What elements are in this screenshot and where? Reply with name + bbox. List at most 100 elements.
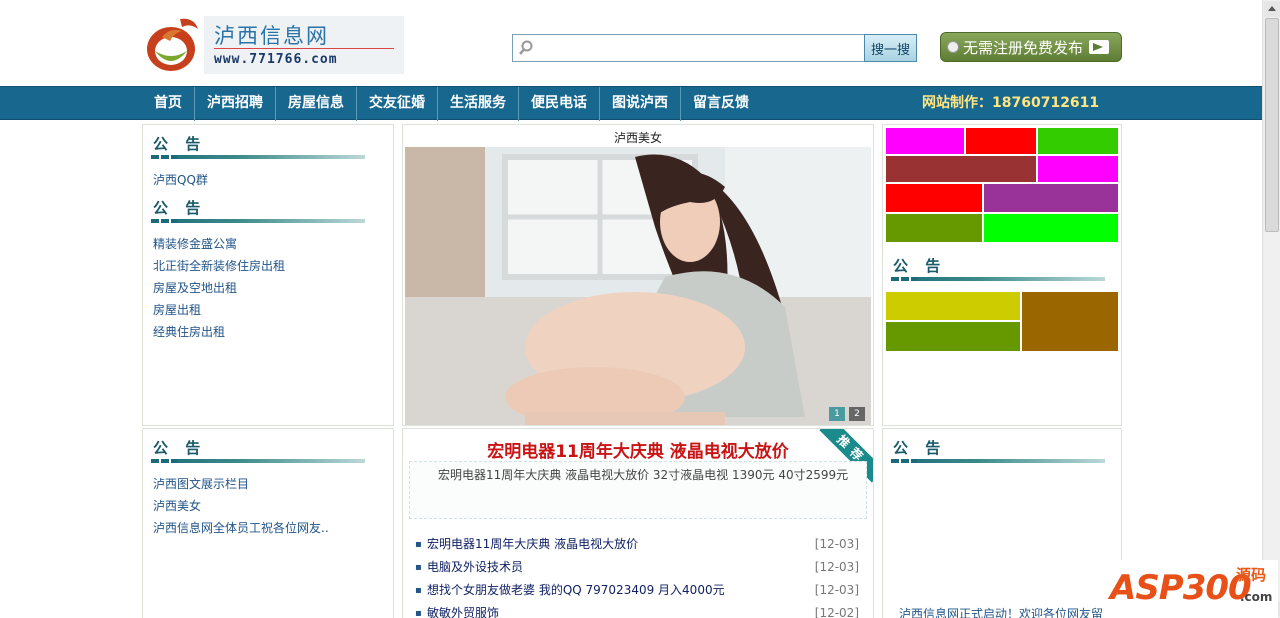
search-bar: 搜一搜 xyxy=(512,34,918,62)
ad-block[interactable] xyxy=(885,213,983,243)
list-link[interactable]: 北正街全新装修住房出租 xyxy=(153,259,285,273)
news-date: [12-03] xyxy=(814,560,859,574)
featured-news-panel: 宏明电器11周年大庆典 液晶电视大放价 推荐 宏明电器11周年大庆典 液晶电视大… xyxy=(402,428,874,618)
panel-title: 公 告 xyxy=(143,189,393,223)
news-row: 宏明电器11周年大庆典 液晶电视大放价 [12-03] xyxy=(415,533,859,556)
ad-block[interactable] xyxy=(1037,127,1119,155)
panel-title: 公 告 xyxy=(883,247,1119,281)
nav-item-home[interactable]: 首页 xyxy=(142,87,195,121)
list-item: 房屋及空地出租 xyxy=(153,277,393,299)
panel-title-text: 公 告 xyxy=(153,135,207,153)
watermark-com: .com xyxy=(1240,590,1273,604)
list-item: 房屋出租 xyxy=(153,299,393,321)
nav-menu: 首页 泸西招聘 房屋信息 交友征婚 生活服务 便民电话 图说泸西 留言反馈 xyxy=(142,87,761,121)
right-ad-panel: 公 告 xyxy=(882,124,1122,426)
list-link[interactable]: 泸西图文展示栏目 xyxy=(153,477,249,491)
main-navbar: 首页 泸西招聘 房屋信息 交友征婚 生活服务 便民电话 图说泸西 留言反馈 网站… xyxy=(0,86,1262,121)
featured-headline[interactable]: 宏明电器11周年大庆典 液晶电视大放价 xyxy=(403,437,873,462)
slideshow-image[interactable]: 1 2 xyxy=(405,147,871,425)
slideshow-title: 泸西美女 xyxy=(613,131,662,145)
logo-url: www.771766.com xyxy=(214,52,338,67)
gallery-list: 泸西图文展示栏目 泸西美女 泸西信息网全体员工祝各位网友.. xyxy=(143,463,393,539)
news-row: 想找个女朋友做老婆 我的QQ 797023409 月入4000元 [12-03] xyxy=(415,579,859,602)
ad-block[interactable] xyxy=(885,127,965,155)
panel-title: 公 告 xyxy=(143,125,393,159)
panel-title-text: 公 告 xyxy=(893,439,947,457)
slide-photo xyxy=(405,147,871,425)
panel-title: 公 告 xyxy=(883,429,1121,463)
list-link[interactable]: 精装修金盛公寓 xyxy=(153,237,237,251)
ad-block[interactable] xyxy=(885,321,1021,352)
title-underline xyxy=(151,459,365,463)
list-item: 泸西美女 xyxy=(153,495,393,517)
slide-page-1-button[interactable]: 1 xyxy=(829,407,845,421)
list-item: 经典住房出租 xyxy=(153,321,393,343)
watermark-brand: ASP300 xyxy=(1110,568,1252,608)
panel-title-text: 公 告 xyxy=(153,199,207,217)
scroll-thumb[interactable] xyxy=(1265,18,1279,232)
title-underline xyxy=(151,155,365,159)
nav-item-phone[interactable]: 便民电话 xyxy=(519,87,600,121)
watermark-cn: 源码 xyxy=(1236,566,1267,584)
list-link[interactable]: 泸西QQ群 xyxy=(153,173,208,187)
logo-box: 泸西信息网 www.771766.com xyxy=(204,16,404,74)
site-contact: 网站制作：18760712611 xyxy=(922,95,1100,111)
news-date: [12-03] xyxy=(814,583,859,597)
search-button[interactable]: 搜一搜 xyxy=(864,34,917,62)
news-link[interactable]: 电脑及外设技术员 xyxy=(427,556,523,579)
nav-item-feedback[interactable]: 留言反馈 xyxy=(681,87,761,121)
nav-item-jobs[interactable]: 泸西招聘 xyxy=(195,87,276,121)
nav-item-services[interactable]: 生活服务 xyxy=(438,87,519,121)
ad-block[interactable] xyxy=(983,213,1119,243)
title-underline xyxy=(891,277,1105,281)
nav-item-dating[interactable]: 交友征婚 xyxy=(357,87,438,121)
list-link[interactable]: 泸西美女 xyxy=(153,499,201,513)
notice-marquee[interactable]: 泸西信息网正式启动！欢迎各位网友留 xyxy=(899,605,1103,618)
slide-page-2-button[interactable]: 2 xyxy=(849,407,865,421)
right-notice-panel: 公 告 泸西信息网正式启动！欢迎各位网友留 xyxy=(882,428,1122,618)
housing-list: 精装修金盛公寓 北正街全新装修住房出租 房屋及空地出租 房屋出租 经典住房出租 xyxy=(143,223,393,343)
free-post-button[interactable]: 无需注册免费发布 xyxy=(940,32,1122,62)
ad-block[interactable] xyxy=(965,127,1037,155)
list-item: 泸西图文展示栏目 xyxy=(153,473,393,495)
news-row: 敏敏外贸服饰 [12-02] xyxy=(415,602,859,618)
title-underline xyxy=(151,219,365,223)
panel-title: 公 告 xyxy=(143,429,393,463)
news-date: [12-03] xyxy=(814,537,859,551)
notice-list: 泸西QQ群 xyxy=(143,159,393,191)
news-link[interactable]: 想找个女朋友做老婆 我的QQ 797023409 月入4000元 xyxy=(427,579,725,602)
radio-dot-icon xyxy=(947,41,959,53)
news-list: 宏明电器11周年大庆典 液晶电视大放价 [12-03] 电脑及外设技术员 [12… xyxy=(415,533,859,618)
ad-block[interactable] xyxy=(885,291,1021,321)
list-link[interactable]: 房屋及空地出租 xyxy=(153,281,237,295)
list-link[interactable]: 经典住房出租 xyxy=(153,325,225,339)
arrow-right-icon xyxy=(1089,40,1110,54)
site-logo[interactable]: 泸西信息网 www.771766.com xyxy=(140,13,406,75)
nav-item-photos[interactable]: 图说泸西 xyxy=(600,87,681,121)
list-link[interactable]: 房屋出租 xyxy=(153,303,201,317)
featured-summary-box: 宏明电器11周年大庆典 液晶电视大放价 32寸液晶电视 1390元 40寸259… xyxy=(409,461,867,519)
panel-title-text: 公 告 xyxy=(153,439,207,457)
free-post-label: 无需注册免费发布 xyxy=(963,38,1084,57)
nav-item-housing[interactable]: 房屋信息 xyxy=(276,87,357,121)
news-link[interactable]: 敏敏外贸服饰 xyxy=(427,602,499,618)
panel-title-text: 公 告 xyxy=(893,257,947,275)
ad-block[interactable] xyxy=(1021,291,1119,352)
news-date: [12-02] xyxy=(814,606,859,618)
ad-block[interactable] xyxy=(1037,155,1119,183)
asp300-watermark: ASP300 源码 .com xyxy=(1108,560,1278,618)
ad-block[interactable] xyxy=(983,183,1119,213)
news-link[interactable]: 宏明电器11周年大庆典 液晶电视大放价 xyxy=(427,533,638,556)
list-item: 泸西QQ群 xyxy=(153,169,393,191)
scroll-up-icon[interactable] xyxy=(1264,1,1280,17)
ad-block[interactable] xyxy=(885,183,983,213)
list-link[interactable]: 泸西信息网全体员工祝各位网友.. xyxy=(153,521,329,535)
page-scrollbar[interactable] xyxy=(1262,0,1280,618)
search-icon xyxy=(519,40,533,55)
list-item: 泸西信息网全体员工祝各位网友.. xyxy=(153,517,393,539)
logo-divider xyxy=(214,48,394,49)
logo-title: 泸西信息网 xyxy=(214,24,329,48)
search-input[interactable] xyxy=(512,34,864,62)
left-gallery-panel: 公 告 泸西图文展示栏目 泸西美女 泸西信息网全体员工祝各位网友.. xyxy=(142,428,394,618)
ad-block[interactable] xyxy=(885,155,1037,183)
